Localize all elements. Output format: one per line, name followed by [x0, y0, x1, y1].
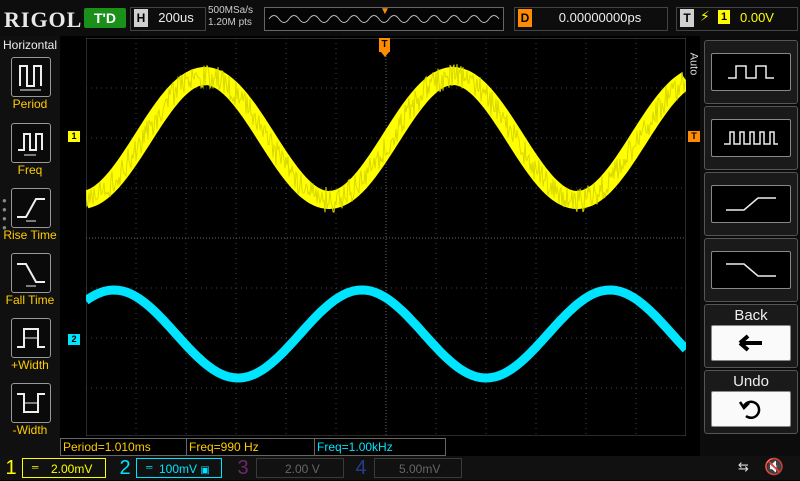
rising-edge-icon	[711, 185, 791, 223]
memory-depth: 1.20M pts	[208, 17, 253, 29]
ch1-scale: 2.00mV	[51, 462, 92, 476]
delay-value: 0.00000000ps	[540, 9, 660, 27]
trigger-edge-icon: ⚡	[700, 8, 710, 25]
frequency-icon	[11, 123, 51, 163]
auto-pulse-train-button[interactable]	[704, 106, 798, 170]
delay-label: D	[518, 9, 532, 27]
usb-icon: ⇆	[738, 459, 749, 475]
waveform-display[interactable]	[86, 38, 686, 436]
undo-icon	[711, 391, 791, 427]
ch2-offset-marker[interactable]: 2	[68, 334, 80, 345]
measure-fall-time-button[interactable]: Fall Time	[0, 253, 60, 317]
horizontal-label: H	[134, 9, 148, 27]
pulse-train-icon	[711, 119, 791, 157]
auto-rising-edge-button[interactable]	[704, 172, 798, 236]
measure-negative-width-button[interactable]: -Width	[0, 383, 60, 447]
positive-width-icon	[11, 318, 51, 358]
left-menu-title: Horizontal	[0, 38, 60, 52]
measurement-frequency-1[interactable]: Freq=990 Hz	[186, 438, 316, 456]
ch2-scale: 100mV	[159, 462, 197, 476]
rise-time-icon	[11, 188, 51, 228]
speaker-muted-icon[interactable]: 🔇	[764, 457, 784, 477]
positive-width-label: +Width	[0, 358, 60, 372]
ch3-scale-box[interactable]: 2.00 V	[256, 458, 344, 478]
ch2-number[interactable]: 2	[116, 456, 134, 480]
fall-time-label: Fall Time	[0, 293, 60, 307]
ch1-number[interactable]: 1	[2, 456, 20, 480]
acquisition-info: 500MSa/s 1.20M pts	[208, 5, 253, 29]
falling-edge-icon	[711, 251, 791, 289]
ch3-number[interactable]: 3	[234, 456, 252, 480]
fall-time-icon	[11, 253, 51, 293]
overview-trigger-marker: ▼	[380, 6, 390, 17]
measure-rise-time-button[interactable]: Rise Time	[0, 188, 60, 252]
measure-frequency-button[interactable]: Freq	[0, 123, 60, 187]
trigger-label: T	[680, 9, 694, 27]
trigger-level-value: 0.00V	[740, 9, 774, 27]
freq-label: Freq	[0, 163, 60, 177]
auto-square-wave-button[interactable]	[704, 40, 798, 104]
back-button[interactable]: Back	[704, 304, 798, 368]
auto-falling-edge-button[interactable]	[704, 238, 798, 302]
undo-label: Undo	[705, 373, 797, 390]
trigger-source-badge: 1	[718, 10, 730, 24]
square-wave-icon	[711, 53, 791, 91]
trigger-position-pointer	[381, 52, 389, 57]
negative-width-label: -Width	[0, 423, 60, 437]
timebase-value: 200us	[152, 9, 200, 27]
trigger-level-marker[interactable]: T	[688, 131, 700, 142]
ch2-coupling-icon: ═	[146, 462, 152, 472]
undo-button[interactable]: Undo	[704, 370, 798, 434]
rise-time-label: Rise Time	[0, 228, 60, 242]
ch1-coupling-icon: ═	[32, 462, 38, 472]
back-label: Back	[705, 307, 797, 324]
ch4-scale: 5.00mV	[399, 462, 440, 476]
back-arrow-icon	[711, 325, 791, 361]
ch1-offset-marker[interactable]: 1	[68, 131, 80, 142]
ch3-scale: 2.00 V	[285, 462, 320, 476]
negative-width-icon	[11, 383, 51, 423]
brand-logo: RIGOL	[4, 7, 82, 33]
trigger-position-marker[interactable]: T	[379, 38, 390, 52]
auto-tab-label: Auto	[687, 53, 699, 76]
sample-rate: 500MSa/s	[208, 5, 253, 17]
period-label: Period	[0, 97, 60, 111]
run-status-badge[interactable]: T'D	[84, 8, 126, 28]
measure-positive-width-button[interactable]: +Width	[0, 318, 60, 382]
measurement-frequency-2[interactable]: Freq=1.00kHz	[314, 438, 446, 456]
ch2-bandwidth-limit-icon: ▣	[200, 465, 209, 476]
ch4-number[interactable]: 4	[352, 456, 370, 480]
trigger-box[interactable]	[676, 7, 798, 31]
ch4-scale-box[interactable]: 5.00mV	[374, 458, 462, 478]
measure-period-button[interactable]: Period	[0, 57, 60, 121]
period-icon	[11, 57, 51, 97]
measurement-period[interactable]: Period=1.010ms	[60, 438, 188, 456]
